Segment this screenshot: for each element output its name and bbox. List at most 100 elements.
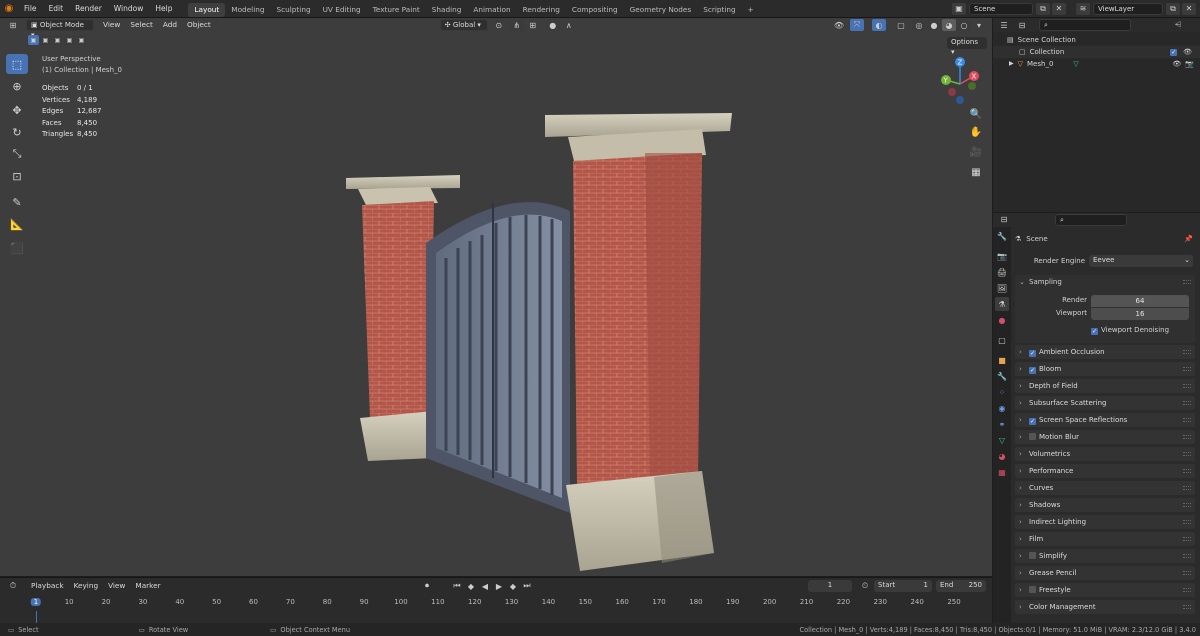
record-icon[interactable]: ⏺	[420, 580, 434, 592]
panel-shadows[interactable]: › Shadows	[1015, 498, 1195, 512]
blender-logo-icon[interactable]: ◉	[0, 3, 18, 14]
mesh-row[interactable]: ▶ ▽ Mesh_0 ▽ 👁 📷	[993, 58, 1200, 70]
modifier-tab-icon[interactable]: 🔧	[995, 369, 1009, 383]
render-engine-dropdown[interactable]: Eevee ⌄	[1089, 255, 1193, 267]
menu-window[interactable]: Window	[108, 0, 150, 18]
data-tab-icon[interactable]: ▽	[995, 433, 1009, 447]
zoom-icon[interactable]: 🔍	[968, 106, 984, 122]
proportional-falloff-icon[interactable]: ∧	[562, 19, 576, 31]
panel-enable-checkbox[interactable]: ✓	[1029, 350, 1036, 357]
xray-icon[interactable]: ▢	[894, 19, 908, 31]
timeline-menu-view[interactable]: View	[103, 578, 130, 594]
panel-depth-of-field[interactable]: › Depth of Field	[1015, 379, 1195, 393]
shading-wireframe-icon[interactable]: ◎	[912, 19, 926, 31]
mode-selector[interactable]: ▣ Object Mode ▾	[26, 19, 94, 39]
3d-viewport[interactable]: ⊞ ▣ Object Mode ▾ ViewSelectAddObject ✣ …	[0, 18, 992, 576]
collection-exclude-checkbox[interactable]: ✓	[1170, 48, 1178, 56]
panel-volumetrics[interactable]: › Volumetrics	[1015, 447, 1195, 461]
panel-grip-icon[interactable]	[1183, 452, 1191, 456]
tab-shading[interactable]: Shading	[426, 3, 468, 17]
pin-icon[interactable]: 📌	[1184, 235, 1193, 243]
constraints-tab-icon[interactable]: ⚭	[995, 417, 1009, 431]
pivot-icon[interactable]: ⊙	[492, 19, 506, 31]
shading-material-icon[interactable]: ◕	[942, 19, 956, 31]
tab-texture-paint[interactable]: Texture Paint	[367, 3, 426, 17]
tab-sculpting[interactable]: Sculpting	[271, 3, 317, 17]
physics-tab-icon[interactable]: ◉	[995, 401, 1009, 415]
properties-editor-type-icon[interactable]: ⊟	[997, 214, 1011, 226]
render-tab-icon[interactable]: 📷	[995, 249, 1009, 263]
timeline-menu-marker[interactable]: Marker	[130, 578, 165, 594]
select-box-tool-icon[interactable]: ⬚	[6, 54, 28, 74]
panel-performance[interactable]: › Performance	[1015, 464, 1195, 478]
menu-render[interactable]: Render	[69, 0, 108, 18]
panel-grip-icon[interactable]	[1183, 384, 1191, 388]
panel-film[interactable]: › Film	[1015, 532, 1195, 546]
snap-icon[interactable]: ⋔	[509, 19, 524, 31]
viewport-menu-select[interactable]: Select	[125, 18, 158, 32]
view-layer-selector-icon[interactable]: ≋	[1076, 2, 1090, 15]
cursor-tool-icon[interactable]: ⊕	[6, 76, 28, 96]
menu-file[interactable]: File	[18, 0, 43, 18]
properties-search-input[interactable]: ⌕	[1055, 213, 1127, 226]
mesh-visibility-icon[interactable]: 👁	[1172, 58, 1181, 70]
play-reverse-icon[interactable]: ◀	[478, 580, 492, 592]
editor-type-icon[interactable]: ⊞	[6, 19, 20, 31]
collection-tab-icon[interactable]: ▢	[995, 333, 1009, 347]
tab-modeling[interactable]: Modeling	[225, 3, 270, 17]
panel-screen-space-reflections[interactable]: › ✓ Screen Space Reflections	[1015, 413, 1195, 427]
outliner-display-mode-icon[interactable]: ⊟	[1015, 19, 1029, 31]
tab-animation[interactable]: Animation	[467, 3, 516, 17]
delete-scene-icon[interactable]: ✕	[1052, 2, 1066, 15]
panel-freestyle[interactable]: › Freestyle	[1015, 583, 1195, 597]
proportional-edit-icon[interactable]: ●	[545, 19, 560, 31]
shading-solid-icon[interactable]: ●	[927, 19, 941, 31]
sampling-header[interactable]: ⌄ Sampling	[1015, 275, 1195, 289]
tab-scripting[interactable]: Scripting	[697, 3, 741, 17]
tab-rendering[interactable]: Rendering	[517, 3, 566, 17]
gate-mesh[interactable]	[330, 93, 740, 578]
add-cube-tool-icon[interactable]: ⬛	[6, 238, 28, 258]
scene-collection-row[interactable]: ▤ Scene Collection	[993, 34, 1200, 46]
panel-enable-checkbox[interactable]	[1029, 433, 1036, 440]
gizmo-neg-x[interactable]	[948, 88, 956, 96]
menu-help[interactable]: Help	[149, 0, 178, 18]
panel-ambient-occlusion[interactable]: › ✓ Ambient Occlusion	[1015, 345, 1195, 359]
panel-enable-checkbox[interactable]: ✓	[1029, 367, 1036, 374]
panel-grip-icon[interactable]	[1183, 367, 1191, 371]
panel-simplify[interactable]: › Simplify	[1015, 549, 1195, 563]
panel-grip-icon[interactable]	[1183, 554, 1191, 558]
viewport-denoising-checkbox[interactable]: ✓ Viewport Denoising	[1091, 325, 1169, 335]
panel-indirect-lighting[interactable]: › Indirect Lighting	[1015, 515, 1195, 529]
select-subtract-icon[interactable]: ▣	[52, 35, 63, 45]
output-tab-icon[interactable]: 🖨	[995, 265, 1009, 279]
timeline-menu-keying[interactable]: Keying	[69, 578, 104, 594]
panel-bloom[interactable]: › ✓ Bloom	[1015, 362, 1195, 376]
gizmo-neg-y[interactable]	[968, 82, 976, 90]
menu-edit[interactable]: Edit	[43, 0, 70, 18]
new-scene-icon[interactable]: ⧉	[1036, 2, 1050, 15]
expand-arrow-icon[interactable]: ▶	[1009, 58, 1014, 70]
panel-grip-icon[interactable]	[1183, 588, 1191, 592]
object-tab-icon[interactable]: ■	[995, 353, 1009, 367]
panel-grip-icon[interactable]	[1183, 435, 1191, 439]
mesh-render-icon[interactable]: 📷	[1185, 58, 1194, 70]
outliner-filter-icon[interactable]: ⩤	[1171, 19, 1185, 31]
tab-geometry-nodes[interactable]: Geometry Nodes	[624, 3, 698, 17]
rotate-tool-icon[interactable]: ↻	[6, 122, 28, 142]
view-layer-tab-icon[interactable]: 🖼	[995, 281, 1009, 295]
shading-rendered-icon[interactable]: ○	[957, 19, 971, 31]
start-frame-field[interactable]: Start 1	[874, 580, 932, 592]
delete-view-layer-icon[interactable]: ✕	[1182, 2, 1196, 15]
viewport-samples-field[interactable]: 16	[1091, 308, 1189, 320]
visibility-icon[interactable]: 👁	[832, 19, 846, 31]
tab-layout[interactable]: Layout	[188, 2, 226, 17]
collection-visibility-icon[interactable]: 👁	[1183, 46, 1192, 58]
panel-enable-checkbox[interactable]: ✓	[1029, 418, 1036, 425]
material-tab-icon[interactable]: ◕	[995, 449, 1009, 463]
panel-grip-icon[interactable]	[1183, 469, 1191, 473]
options-dropdown[interactable]: Options ▾	[947, 37, 987, 56]
timeline-menu-playback[interactable]: Playback	[26, 578, 69, 594]
annotate-tool-icon[interactable]: ✎	[6, 192, 28, 212]
measure-tool-icon[interactable]: 📐	[6, 214, 28, 234]
